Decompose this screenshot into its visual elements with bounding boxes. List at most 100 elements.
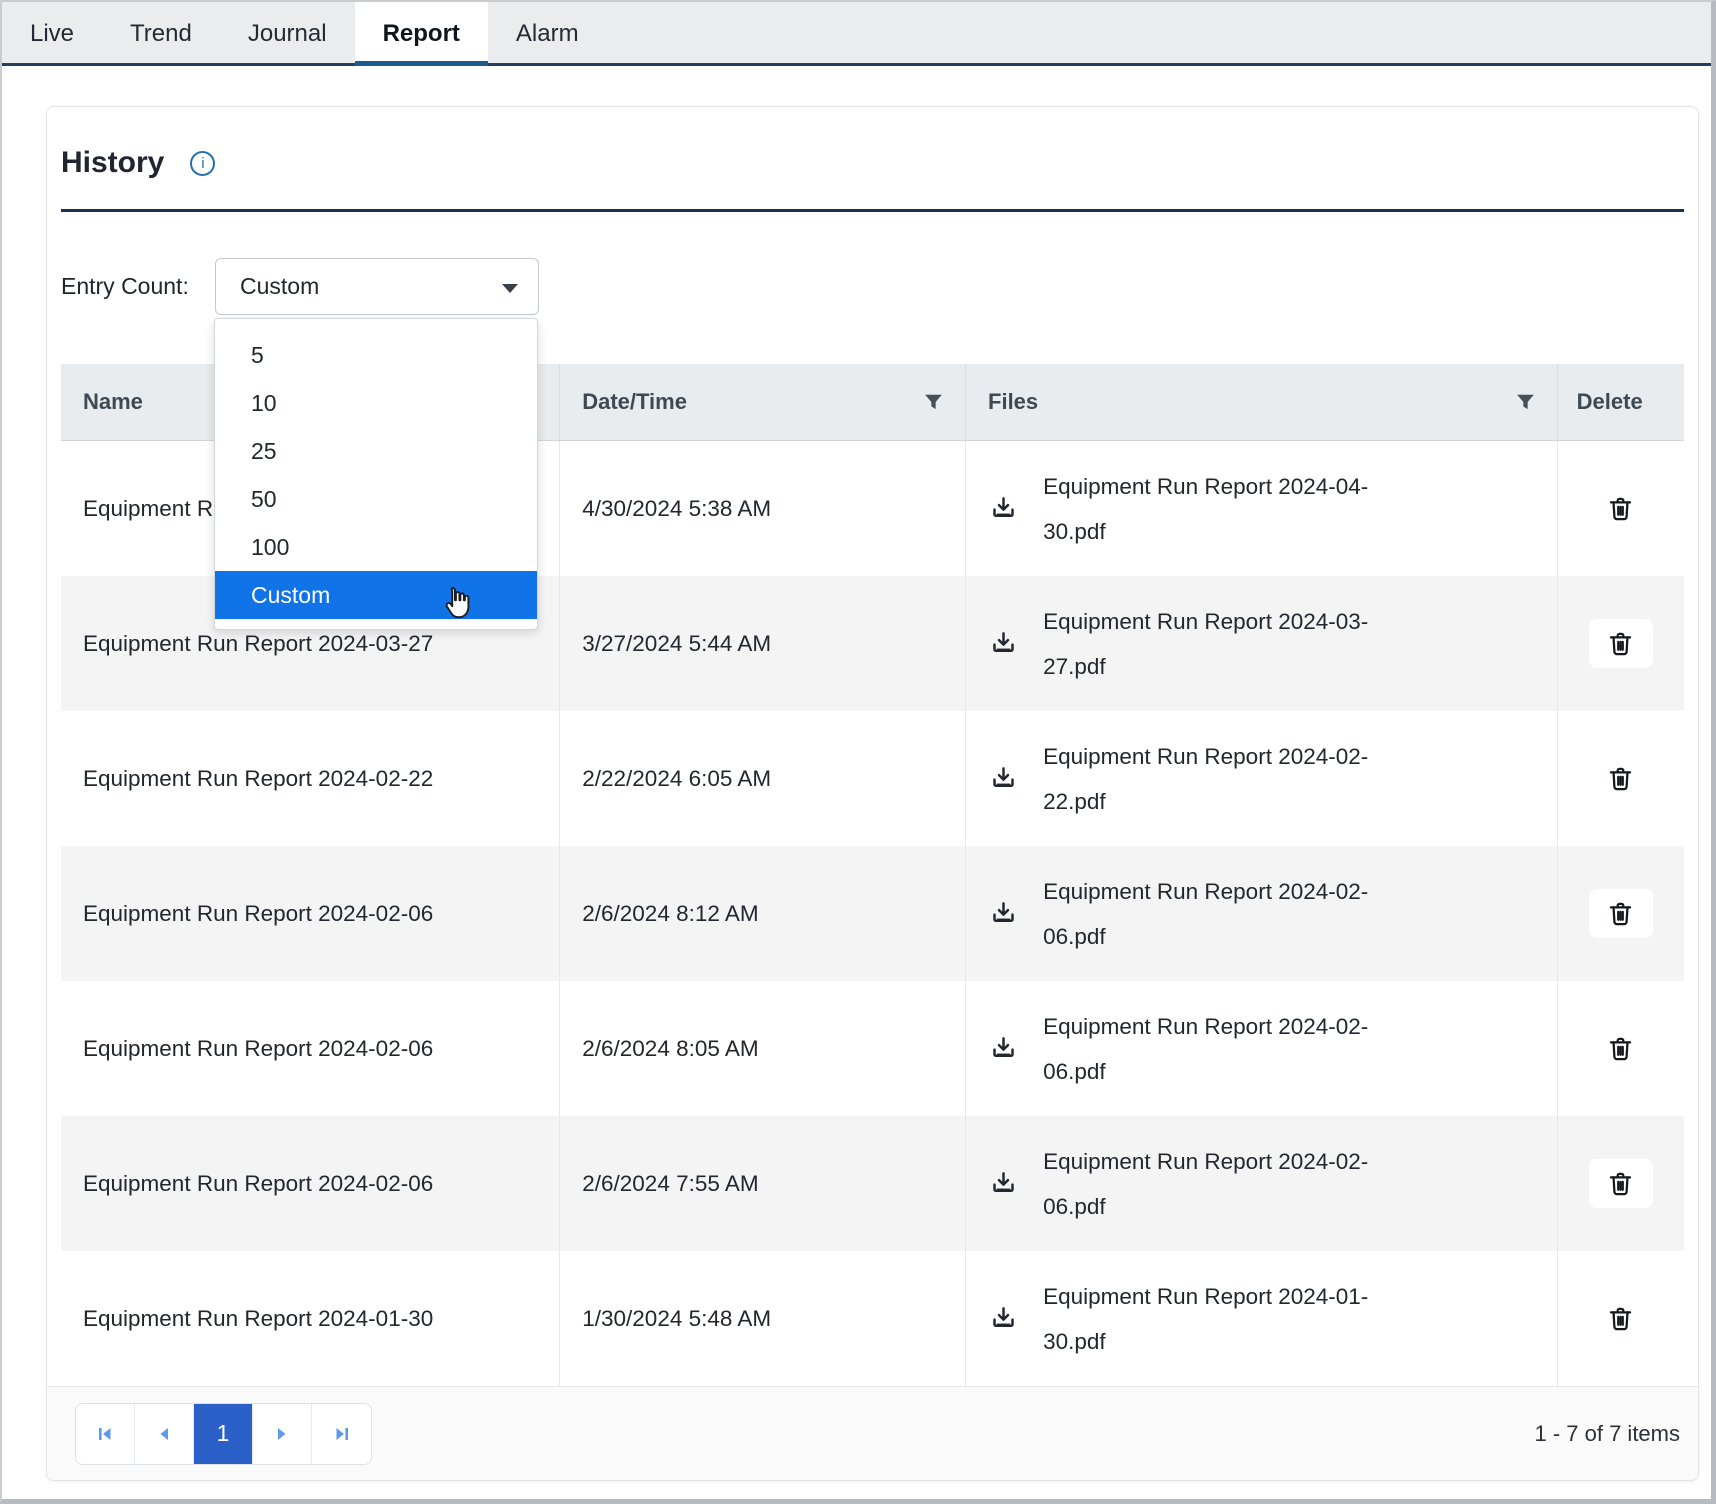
datetime-cell: 3/27/2024 5:44 AM bbox=[560, 576, 966, 711]
column-label: Delete bbox=[1577, 389, 1643, 415]
trash-icon bbox=[1607, 765, 1634, 792]
delete-button[interactable] bbox=[1589, 1024, 1653, 1073]
files-cell: Equipment Run Report 2024-02-06.pdf bbox=[966, 846, 1558, 981]
file-name: Equipment Run Report 2024-03-27.pdf bbox=[1043, 599, 1415, 689]
name-cell: Equipment Run Report 2024-01-30 bbox=[61, 1251, 560, 1386]
entry-count-dropdown: 5 10 25 50 100 Custom bbox=[214, 318, 538, 630]
delete-button[interactable] bbox=[1589, 484, 1653, 533]
name-cell: Equipment Run Report 2024-02-06 bbox=[61, 846, 560, 981]
files-cell: Equipment Run Report 2024-02-06.pdf bbox=[966, 981, 1558, 1116]
column-header-datetime[interactable]: Date/Time bbox=[560, 364, 966, 440]
table-row: Equipment Run Report 2024-02-06 2/6/2024… bbox=[61, 846, 1684, 981]
caret-down-icon bbox=[502, 284, 518, 293]
app-window: Live Trend Journal Report Alarm History … bbox=[0, 0, 1716, 1504]
datetime-cell: 2/6/2024 8:12 AM bbox=[560, 846, 966, 981]
download-icon bbox=[990, 495, 1017, 522]
datetime-cell: 2/22/2024 6:05 AM bbox=[560, 711, 966, 846]
filter-icon[interactable] bbox=[924, 393, 943, 412]
delete-button[interactable] bbox=[1589, 1159, 1653, 1208]
file-name: Equipment Run Report 2024-02-06.pdf bbox=[1043, 1004, 1415, 1094]
current-page-button[interactable]: 1 bbox=[194, 1404, 253, 1464]
pagination: 1 bbox=[75, 1403, 372, 1465]
tab-label: Report bbox=[383, 20, 460, 48]
dropdown-option-100[interactable]: 100 bbox=[215, 523, 537, 571]
files-cell: Equipment Run Report 2024-02-22.pdf bbox=[966, 711, 1558, 846]
first-page-icon bbox=[96, 1425, 114, 1443]
entry-count-select[interactable]: Custom bbox=[215, 258, 539, 315]
previous-page-button[interactable] bbox=[135, 1404, 194, 1464]
download-icon bbox=[990, 1170, 1017, 1197]
delete-cell bbox=[1558, 1116, 1684, 1251]
table-row: Equipment Run Report 2024-01-30 1/30/202… bbox=[61, 1251, 1684, 1386]
heading-divider bbox=[61, 209, 1684, 212]
datetime-cell: 4/30/2024 5:38 AM bbox=[560, 441, 966, 576]
entry-count-value: Custom bbox=[240, 273, 319, 300]
trash-icon bbox=[1607, 1035, 1634, 1062]
file-download-link[interactable]: Equipment Run Report 2024-02-06.pdf bbox=[990, 869, 1415, 959]
dropdown-option-10[interactable]: 10 bbox=[215, 379, 537, 427]
history-card: History i Entry Count: Custom Name bbox=[46, 106, 1699, 1481]
next-page-icon bbox=[273, 1425, 291, 1443]
name-cell: Equipment Run Report 2024-02-06 bbox=[61, 1116, 560, 1251]
download-icon bbox=[990, 630, 1017, 657]
datetime-cell: 1/30/2024 5:48 AM bbox=[560, 1251, 966, 1386]
delete-cell bbox=[1558, 981, 1684, 1116]
files-cell: Equipment Run Report 2024-01-30.pdf bbox=[966, 1251, 1558, 1386]
tab-report[interactable]: Report bbox=[355, 2, 488, 66]
file-download-link[interactable]: Equipment Run Report 2024-02-22.pdf bbox=[990, 734, 1415, 824]
tab-label: Live bbox=[30, 20, 74, 48]
delete-button[interactable] bbox=[1589, 1294, 1653, 1343]
tab-label: Journal bbox=[248, 20, 327, 48]
tab-live[interactable]: Live bbox=[2, 2, 102, 66]
tab-alarm[interactable]: Alarm bbox=[488, 2, 607, 66]
column-header-files[interactable]: Files bbox=[966, 364, 1558, 440]
delete-button[interactable] bbox=[1589, 619, 1653, 668]
dropdown-option-5[interactable]: 5 bbox=[215, 331, 537, 379]
mouse-cursor-icon bbox=[440, 584, 474, 622]
trash-icon bbox=[1607, 630, 1634, 657]
files-cell: Equipment Run Report 2024-03-27.pdf bbox=[966, 576, 1558, 711]
dropdown-option-custom[interactable]: Custom bbox=[215, 571, 537, 619]
delete-cell bbox=[1558, 846, 1684, 981]
delete-button[interactable] bbox=[1589, 754, 1653, 803]
files-cell: Equipment Run Report 2024-02-06.pdf bbox=[966, 1116, 1558, 1251]
delete-cell bbox=[1558, 576, 1684, 711]
file-download-link[interactable]: Equipment Run Report 2024-03-27.pdf bbox=[990, 599, 1415, 689]
trash-icon bbox=[1607, 900, 1634, 927]
last-page-button[interactable] bbox=[312, 1404, 371, 1464]
info-icon[interactable]: i bbox=[190, 151, 215, 176]
column-label: Name bbox=[83, 389, 143, 415]
download-icon bbox=[990, 765, 1017, 792]
table-footer: 1 1 - 7 of 7 items bbox=[47, 1386, 1698, 1480]
file-name: Equipment Run Report 2024-02-06.pdf bbox=[1043, 1139, 1415, 1229]
table-row: Equipment Run Report 2024-02-06 2/6/2024… bbox=[61, 981, 1684, 1116]
last-page-icon bbox=[333, 1425, 351, 1443]
column-label: Date/Time bbox=[582, 389, 687, 415]
delete-button[interactable] bbox=[1589, 889, 1653, 938]
name-cell: Equipment Run Report 2024-02-22 bbox=[61, 711, 560, 846]
file-name: Equipment Run Report 2024-01-30.pdf bbox=[1043, 1274, 1415, 1364]
items-summary: 1 - 7 of 7 items bbox=[1534, 1421, 1680, 1447]
table-row: Equipment Run Report 2024-02-06 2/6/2024… bbox=[61, 1116, 1684, 1251]
tab-trend[interactable]: Trend bbox=[102, 2, 220, 66]
tab-journal[interactable]: Journal bbox=[220, 2, 355, 66]
tab-label: Alarm bbox=[516, 20, 579, 48]
first-page-button[interactable] bbox=[76, 1404, 135, 1464]
download-icon bbox=[990, 1035, 1017, 1062]
entry-count-label: Entry Count: bbox=[61, 273, 215, 300]
file-download-link[interactable]: Equipment Run Report 2024-01-30.pdf bbox=[990, 1274, 1415, 1364]
trash-icon bbox=[1607, 1305, 1634, 1332]
dropdown-option-25[interactable]: 25 bbox=[215, 427, 537, 475]
download-icon bbox=[990, 900, 1017, 927]
file-download-link[interactable]: Equipment Run Report 2024-04-30.pdf bbox=[990, 464, 1415, 554]
dropdown-option-50[interactable]: 50 bbox=[215, 475, 537, 523]
file-download-link[interactable]: Equipment Run Report 2024-02-06.pdf bbox=[990, 1139, 1415, 1229]
column-header-delete: Delete bbox=[1558, 364, 1684, 440]
next-page-button[interactable] bbox=[253, 1404, 312, 1464]
file-download-link[interactable]: Equipment Run Report 2024-02-06.pdf bbox=[990, 1004, 1415, 1094]
datetime-cell: 2/6/2024 8:05 AM bbox=[560, 981, 966, 1116]
datetime-cell: 2/6/2024 7:55 AM bbox=[560, 1116, 966, 1251]
file-name: Equipment Run Report 2024-02-22.pdf bbox=[1043, 734, 1415, 824]
delete-cell bbox=[1558, 711, 1684, 846]
filter-icon[interactable] bbox=[1516, 393, 1535, 412]
